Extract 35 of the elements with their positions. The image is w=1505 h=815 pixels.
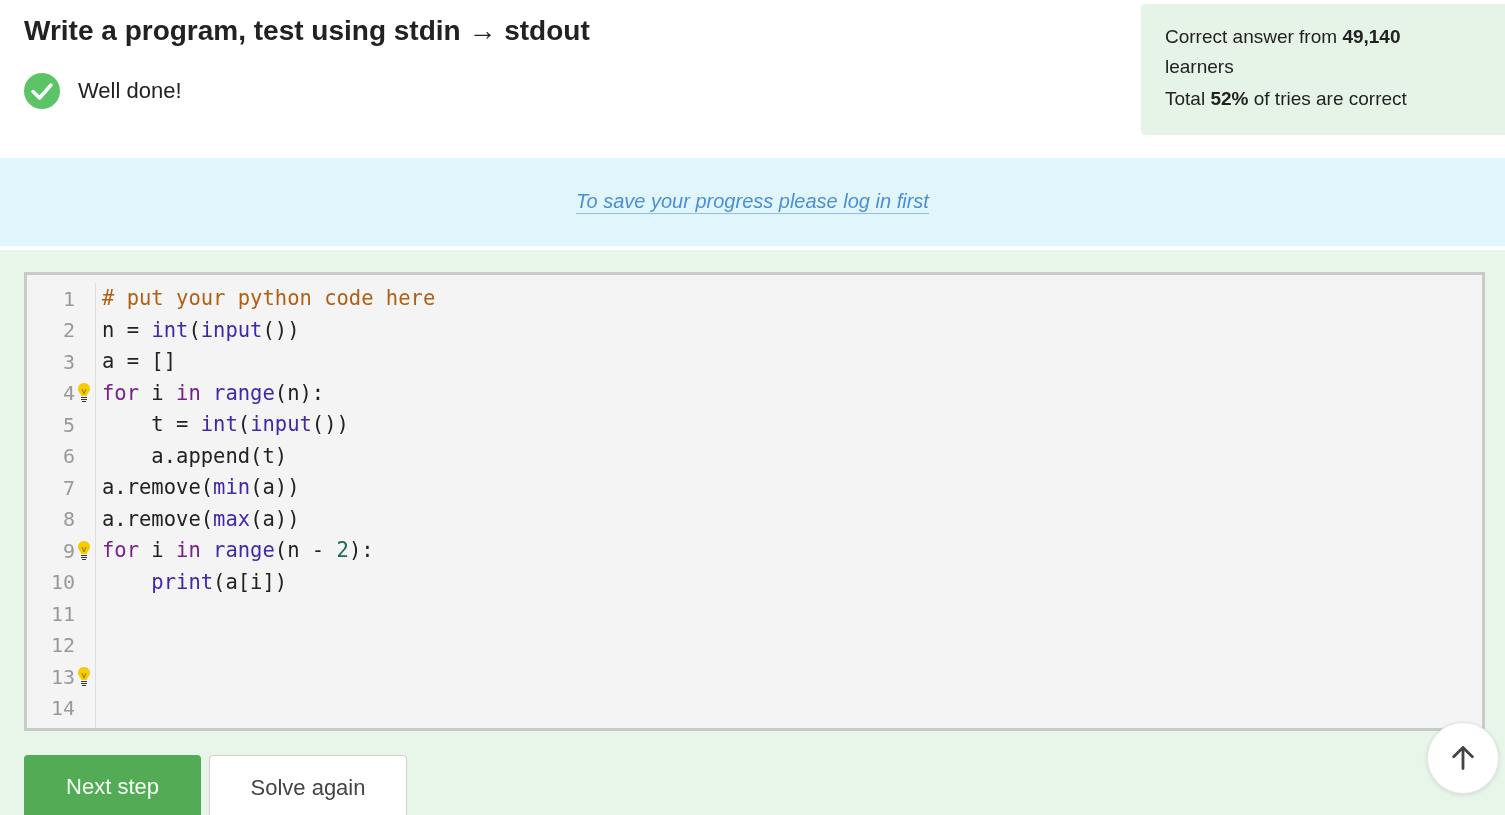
line-number: 4 [62, 381, 75, 406]
line-number: 8 [62, 507, 75, 532]
line-number: 5 [62, 412, 75, 437]
task-title: Write a program, test using stdin → stdout [24, 14, 590, 48]
line-number: 10 [50, 570, 75, 595]
code-line: n = int(input()) [102, 316, 300, 344]
code-line: a.remove(max(a)) [102, 505, 300, 533]
line-number: 3 [62, 349, 75, 374]
line-number: 14 [50, 696, 75, 721]
code-line: t = int(input()) [150, 411, 349, 438]
result-message: Well done! [78, 78, 182, 104]
arrow-up-icon [1449, 744, 1477, 772]
line-number: 11 [50, 601, 75, 626]
line-number: 6 [62, 444, 75, 469]
stats-text: Total 52% of tries are correct [1165, 87, 1408, 111]
line-number: 13 [50, 664, 75, 689]
line-number: 1 [62, 286, 75, 311]
code-line: for i in range(n - 2): [102, 537, 374, 564]
line-number: 12 [50, 633, 75, 658]
login-link[interactable]: To save your progress please log in first [576, 190, 929, 214]
solve-again-button[interactable]: Solve again [209, 755, 407, 815]
code-line: a = [] [102, 348, 177, 375]
line-number: 2 [62, 318, 75, 343]
lightbulb-icon[interactable] [77, 539, 91, 562]
line-number: 7 [62, 475, 75, 500]
code-line: a.append(t) [150, 442, 288, 470]
code-line: a.remove(min(a)) [102, 474, 300, 501]
line-number: 9 [62, 538, 75, 563]
next-step-button[interactable]: Next step [24, 755, 201, 815]
code-line: print(a[i]) [150, 568, 288, 596]
lightbulb-icon[interactable] [77, 665, 91, 688]
lightbulb-icon[interactable] [77, 382, 91, 405]
scroll-to-top-button[interactable] [1427, 722, 1499, 794]
code-line: # put your python code here [102, 285, 436, 312]
code-line: for i in range(n): [102, 379, 325, 407]
